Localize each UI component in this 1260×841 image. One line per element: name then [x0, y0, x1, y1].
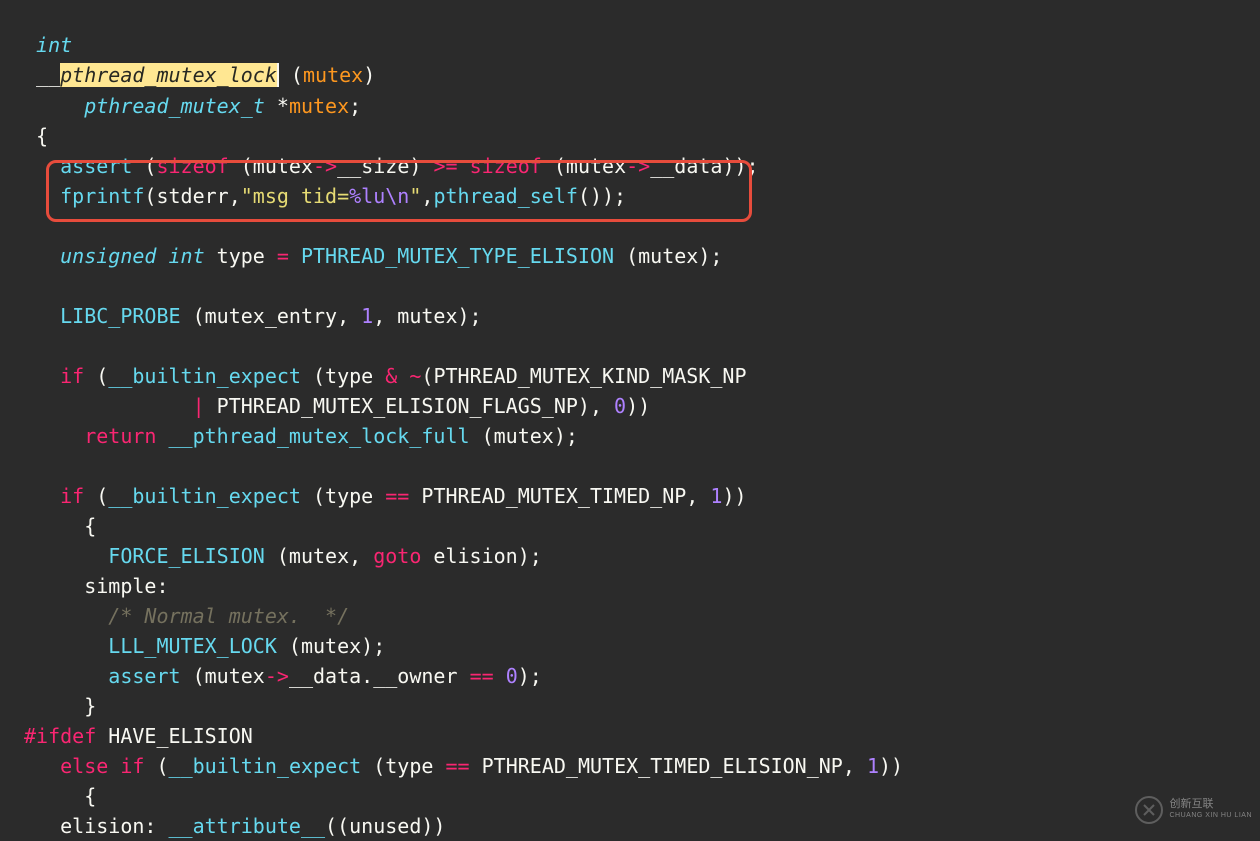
macro-libc-probe: LIBC_PROBE: [60, 304, 180, 328]
macro-lll-mutex-lock: LLL_MUTEX_LOCK: [108, 634, 277, 658]
gutter: [0, 0, 24, 830]
keyword-else: else: [60, 754, 108, 778]
keyword-return: return: [84, 424, 156, 448]
function-name-highlight: pthread_mutex_lock: [60, 63, 277, 87]
brace-open: {: [36, 124, 48, 148]
param-mutex: mutex: [303, 63, 363, 87]
keyword-if: if: [60, 364, 84, 388]
macro-force-elision: FORCE_ELISION: [108, 544, 265, 568]
watermark-text-cn: 创新互联: [1169, 799, 1252, 810]
keyword-goto: goto: [373, 544, 421, 568]
keyword-sizeof: sizeof: [156, 154, 228, 178]
type-pthread-mutex-t: pthread_mutex_t: [84, 94, 265, 118]
preproc-ifdef: #ifdef: [24, 724, 96, 748]
label-simple: simple:: [84, 574, 168, 598]
watermark-icon: [1135, 796, 1163, 824]
call-fprintf: fprintf: [60, 184, 144, 208]
indent-guide: [24, 33, 36, 57]
keyword-int: int: [36, 33, 72, 57]
call-pthread-self: pthread_self: [433, 184, 578, 208]
label-elision: elision:: [60, 814, 156, 838]
comment-normal-mutex: /* Normal mutex. */: [108, 604, 349, 628]
code-area[interactable]: int __pthread_mutex_lock (mutex) pthread…: [24, 0, 903, 841]
watermark: 创新互联 CHUANG XIN HU LIAN: [1135, 796, 1252, 824]
watermark-text-py: CHUANG XIN HU LIAN: [1169, 810, 1252, 821]
